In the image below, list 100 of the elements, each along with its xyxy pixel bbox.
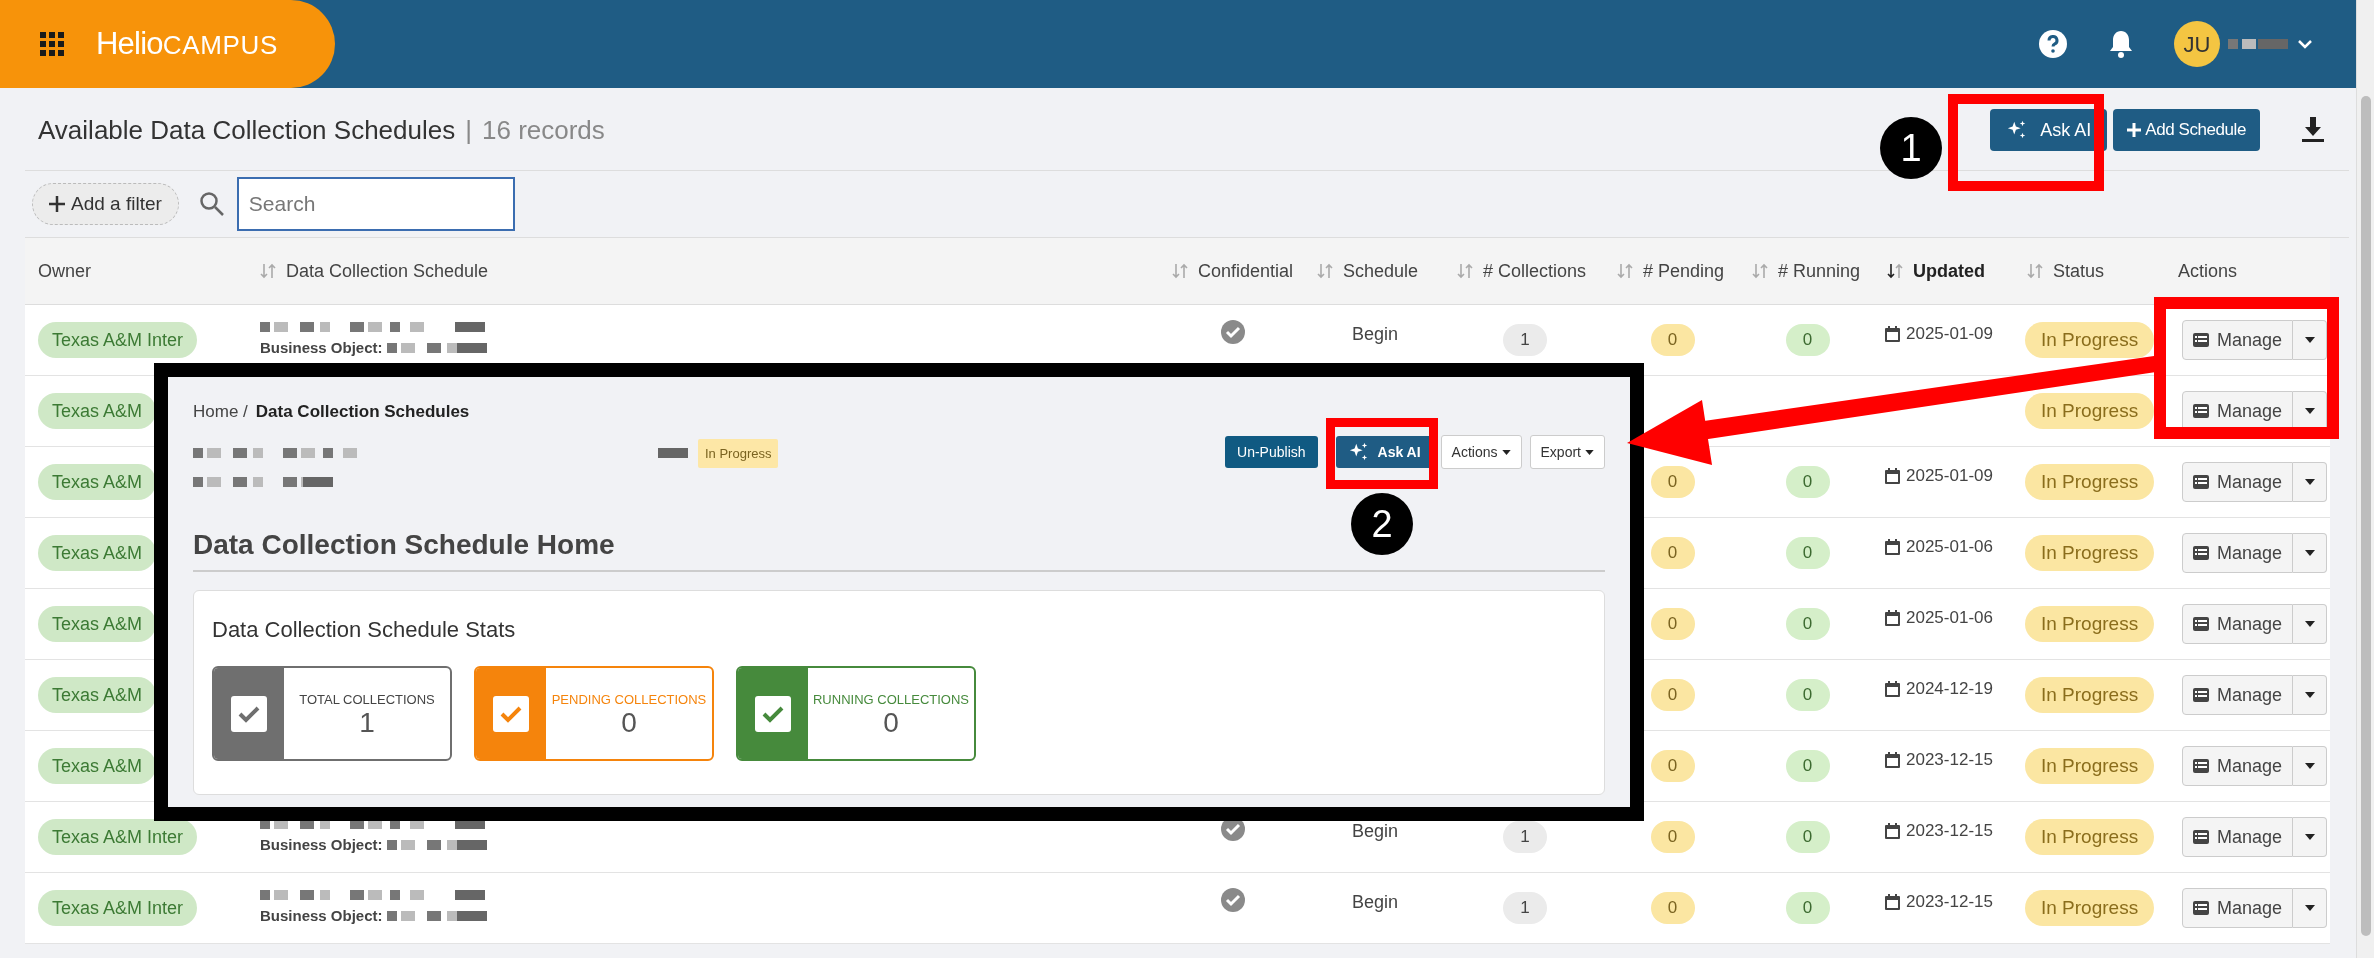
apps-grid-icon[interactable]: [40, 32, 64, 56]
caret-icon: [2304, 905, 2315, 911]
chevron-down-icon[interactable]: [2296, 38, 2314, 50]
pending-count: 0: [1650, 608, 1695, 640]
breadcrumb-item[interactable]: Home /: [193, 399, 248, 425]
calendar-icon: [1885, 680, 1900, 697]
add-schedule-button[interactable]: Add Schedule: [2113, 109, 2260, 151]
stat-value: 1: [359, 709, 375, 738]
owner-tag: Texas A&M Inter: [38, 890, 198, 926]
manage-button[interactable]: Manage: [2182, 462, 2294, 502]
logo-text: Helio: [96, 24, 163, 63]
running-count: 0: [1785, 466, 1830, 498]
list-icon: [2193, 404, 2209, 418]
plus-icon: [49, 196, 65, 212]
owner-tag: Texas A&M: [38, 535, 157, 571]
collections-count: 1: [1503, 821, 1547, 853]
status-tag: In Progress: [2025, 464, 2155, 500]
column-header: Data Collection Schedule: [286, 259, 489, 283]
status-tag: In Progress: [2025, 677, 2155, 713]
dropdown-toggle[interactable]: [2293, 604, 2328, 644]
column-header: Schedule: [1343, 259, 1419, 283]
list-icon: [2193, 901, 2209, 915]
ask-ai-button[interactable]: Ask AI: [1990, 109, 2108, 151]
manage-button[interactable]: Manage: [2182, 533, 2294, 573]
stat-value: 0: [621, 709, 637, 738]
user-avatar[interactable]: JU: [2174, 21, 2220, 67]
redacted-drawing: [2228, 38, 2288, 50]
manage-button[interactable]: Manage: [2182, 817, 2294, 857]
status-badge: In Progress: [698, 438, 779, 468]
list-icon: [2193, 688, 2209, 702]
help-icon[interactable]: [2038, 29, 2068, 59]
updated-date: 2025-01-09: [1906, 465, 1993, 487]
logo-text: CAMPUS: [162, 28, 278, 62]
column-header: Actions: [2178, 259, 2238, 283]
stat-label: RUNNING COLLECTIONS: [813, 690, 969, 709]
un-publish-button[interactable]: Un-Publish: [1225, 436, 1318, 468]
manage-button[interactable]: Manage: [2182, 320, 2294, 360]
caret-icon: [2304, 834, 2315, 840]
running-count: 0: [1785, 324, 1830, 356]
running-count: 0: [1785, 679, 1830, 711]
dropdown-button[interactable]: Actions: [1440, 435, 1522, 469]
sort-icon[interactable]: [1885, 261, 1905, 281]
owner-tag: Texas A&M: [38, 393, 157, 429]
calendar-icon: [1885, 325, 1900, 342]
business-object-label: Business Object:: [260, 834, 383, 855]
manage-button[interactable]: Manage: [2182, 604, 2294, 644]
column-header: Updated: [1913, 259, 1985, 283]
status-tag: In Progress: [2025, 819, 2155, 855]
stats-title: Data Collection Schedule Stats: [212, 617, 516, 642]
stat-label: TOTAL COLLECTIONS: [299, 690, 435, 709]
dropdown-toggle[interactable]: [2293, 462, 2328, 502]
status-tag: In Progress: [2025, 322, 2155, 358]
owner-tag: Texas A&M Inter: [38, 819, 198, 855]
manage-button[interactable]: Manage: [2182, 888, 2294, 928]
calendar-icon: [1885, 538, 1900, 555]
record-count: 16 records: [482, 113, 605, 147]
pending-count: 0: [1650, 324, 1695, 356]
updated-date: 2025-01-06: [1906, 536, 1993, 558]
dropdown-toggle[interactable]: [2293, 533, 2328, 573]
stat-label: PENDING COLLECTIONS: [551, 690, 707, 709]
owner-tag: Texas A&M: [38, 677, 157, 713]
dropdown-toggle[interactable]: [2293, 817, 2328, 857]
column-header: # Collections: [1483, 259, 1587, 283]
checkbox-icon: [755, 695, 791, 732]
updated-date: 2025-01-06: [1906, 607, 1993, 629]
manage-button[interactable]: Manage: [2182, 675, 2294, 715]
manage-button[interactable]: Manage: [2182, 746, 2294, 786]
caret-icon: [2304, 479, 2315, 485]
dropdown-button[interactable]: Export: [1529, 435, 1605, 469]
dropdown-toggle[interactable]: [2293, 320, 2328, 360]
list-icon: [2193, 830, 2209, 844]
notification-bell-icon[interactable]: [2108, 29, 2134, 59]
search-icon: [198, 191, 225, 217]
running-count: 0: [1785, 537, 1830, 569]
caret-icon: [2304, 621, 2315, 627]
dropdown-toggle[interactable]: [2293, 746, 2328, 786]
column-header: # Running: [1778, 259, 1861, 283]
caret-icon: [2304, 763, 2315, 769]
calendar-icon: [1885, 467, 1900, 484]
checkbox-icon: [493, 695, 529, 732]
dropdown-toggle[interactable]: [2293, 888, 2328, 928]
caret-icon: [2304, 692, 2315, 698]
page-title: Available Data Collection Schedules: [38, 113, 456, 147]
caret-icon: [1501, 449, 1511, 455]
business-object-label: Business Object:: [260, 337, 383, 358]
callout-number: 1: [1880, 117, 1942, 179]
download-icon[interactable]: [2302, 117, 2324, 143]
scrollbar[interactable]: [2356, 0, 2374, 958]
updated-date: 2023-12-15: [1906, 891, 1993, 913]
add-filter-button[interactable]: Add a filter: [32, 183, 179, 225]
caret-icon: [1585, 449, 1594, 455]
list-icon: [2193, 617, 2209, 631]
caret-icon: [2304, 337, 2315, 343]
pending-count: 0: [1650, 679, 1695, 711]
dropdown-toggle[interactable]: [2293, 675, 2328, 715]
calendar-icon: [1885, 822, 1900, 839]
search-field[interactable]: Search: [236, 177, 515, 231]
schedule-text: Begin: [1351, 891, 1398, 914]
pending-count: 0: [1650, 892, 1695, 924]
schedule-text: Begin: [1351, 820, 1398, 843]
